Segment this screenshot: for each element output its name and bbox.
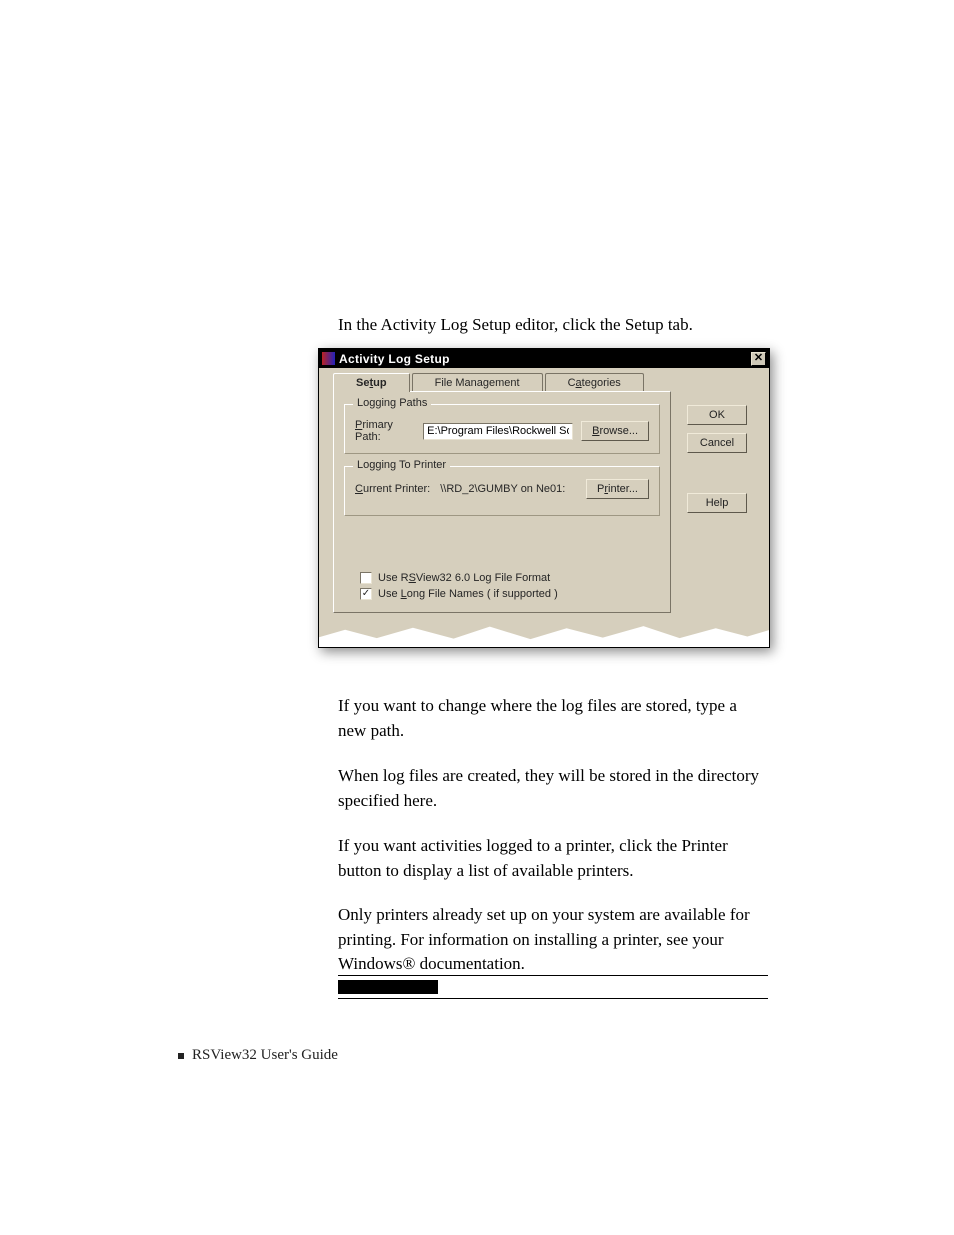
intro-paragraph: In the Activity Log Setup editor, click … (338, 313, 768, 338)
cancel-button[interactable]: Cancel (687, 433, 747, 453)
footer-bullet-icon (178, 1053, 184, 1059)
primary-path-label: Primary Path: (355, 419, 415, 443)
tab-setup-label: Setup (356, 377, 387, 389)
torn-edge-decoration (318, 622, 770, 648)
groupbox-logging-to-printer: Current Printer: \\RD_2\GUMBY on Ne01: P… (344, 466, 660, 516)
paragraph-2: When log files are created, they will be… (338, 764, 768, 813)
paragraph-4: Only printers already set up on your sys… (338, 903, 768, 977)
paragraph-1: If you want to change where the log file… (338, 694, 768, 743)
tab-categories[interactable]: Categories (545, 373, 644, 392)
checkbox-long-file-names[interactable]: ✓ (360, 588, 372, 600)
activity-log-setup-screenshot: Activity Log Setup ✕ Setup File Manageme… (318, 348, 770, 648)
tab-file-management[interactable]: File Management (412, 373, 543, 392)
current-printer-label: Current Printer: (355, 483, 430, 495)
ok-button[interactable]: OK (687, 405, 747, 425)
printer-button[interactable]: Printer... (586, 479, 649, 499)
checkbox-rsview32-format[interactable] (360, 572, 372, 584)
paragraph-3: If you want activities logged to a print… (338, 834, 768, 883)
checkbox-long-file-names-label: Use Long File Names ( if supported ) (378, 588, 558, 600)
titlebar: Activity Log Setup ✕ (319, 349, 769, 368)
tab-categories-label: Categories (568, 377, 621, 389)
separator-block (338, 975, 768, 999)
tab-panel-setup: Primary Path: Browse... Current Printer:… (333, 391, 671, 613)
tab-setup[interactable]: Setup (333, 373, 410, 392)
footer-text: RSView32 User's Guide (192, 1047, 338, 1064)
help-button[interactable]: Help (687, 493, 747, 513)
window-title: Activity Log Setup (339, 352, 450, 366)
redacted-bar (338, 980, 438, 994)
primary-path-input[interactable] (423, 423, 573, 440)
groupbox-logging-paths: Primary Path: Browse... (344, 404, 660, 454)
current-printer-value: \\RD_2\GUMBY on Ne01: (440, 483, 565, 495)
checkbox-rsview32-format-label: Use RSView32 6.0 Log File Format (378, 572, 550, 584)
browse-button[interactable]: Browse... (581, 421, 649, 441)
app-icon (322, 352, 335, 365)
page-footer: RSView32 User's Guide (178, 1047, 338, 1064)
close-icon[interactable]: ✕ (751, 352, 766, 366)
